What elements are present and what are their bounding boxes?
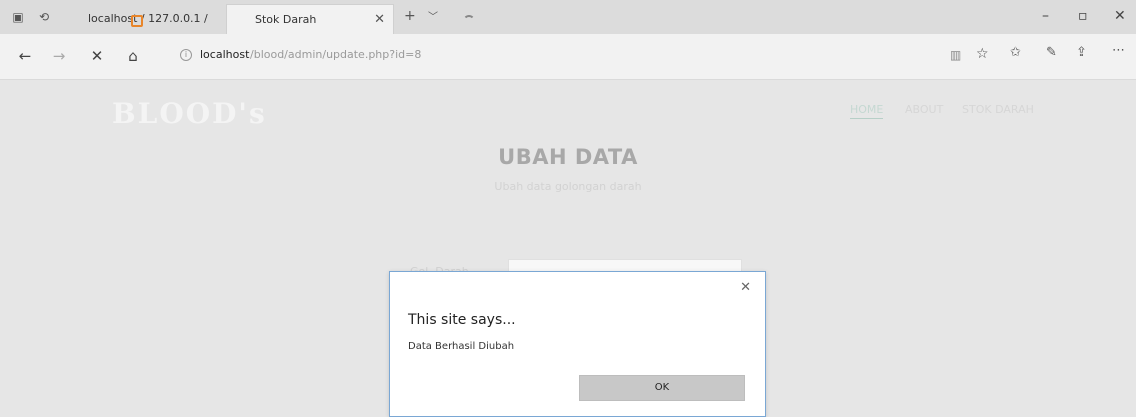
page-title: UBAH DATA	[498, 145, 638, 169]
window-close-icon[interactable]: ✕	[1114, 8, 1126, 24]
close-tab-icon[interactable]: ✕	[374, 5, 385, 35]
favorites-hub-icon[interactable]: ✩	[1010, 45, 1021, 60]
page-subtitle: Ubah data golongan darah	[494, 180, 642, 193]
ok-button[interactable]: OK	[579, 375, 745, 401]
url-host: localhost	[200, 48, 250, 61]
web-note-icon[interactable]: ✎	[1046, 45, 1057, 60]
minimize-icon[interactable]: –	[1042, 8, 1049, 24]
back-arrow-icon[interactable]: ←	[16, 47, 34, 65]
dialog-message: Data Berhasil Diubah	[408, 341, 515, 352]
nav-stok-darah[interactable]: STOK DARAH	[962, 103, 1034, 116]
loading-spinner-icon	[463, 15, 475, 27]
restore-icon[interactable]: ▫	[1078, 8, 1088, 24]
site-info-icon[interactable]: i	[180, 49, 192, 61]
phpmyadmin-favicon-icon	[131, 15, 143, 27]
tab-actions-icon[interactable]: ▣	[10, 9, 26, 25]
browser-nav-bar: ← → ✕ ⌂ i localhost /blood/admin/update.…	[0, 34, 1136, 80]
reading-view-icon[interactable]: ▥	[950, 48, 961, 62]
tab-phpmyadmin[interactable]: localhost / 127.0.0.1 / pmi /	[64, 4, 224, 55]
favorite-star-icon[interactable]: ☆	[976, 46, 989, 62]
new-tab-icon[interactable]: +	[404, 8, 416, 24]
chevron-down-icon[interactable]: ﹀	[428, 8, 438, 23]
more-menu-icon[interactable]: ⋯	[1112, 43, 1125, 58]
tab-stok-darah[interactable]: Stok Darah ✕	[226, 4, 475, 35]
alert-dialog: ✕ This site says... Data Berhasil Diubah…	[389, 271, 766, 417]
set-aside-tabs-icon[interactable]: ⟲	[36, 9, 52, 25]
stop-loading-icon[interactable]: ✕	[88, 47, 106, 65]
dialog-title: This site says...	[408, 312, 516, 328]
browser-tab-bar: ▣ ⟲ localhost / 127.0.0.1 / pmi / Stok D…	[0, 0, 1136, 55]
home-icon[interactable]: ⌂	[124, 47, 142, 65]
url-path: /blood/admin/update.php?id=8	[250, 48, 422, 61]
nav-about[interactable]: ABOUT	[905, 103, 943, 116]
tab-label: Stok Darah	[255, 13, 317, 26]
dialog-close-icon[interactable]: ✕	[740, 280, 751, 295]
share-icon[interactable]: ⇪	[1076, 45, 1087, 60]
forward-arrow-icon[interactable]: →	[50, 47, 68, 65]
site-logo[interactable]: BLOOD's	[112, 97, 267, 130]
address-bar[interactable]: i localhost /blood/admin/update.php?id=8…	[170, 40, 1000, 72]
nav-home[interactable]: HOME	[850, 103, 884, 119]
